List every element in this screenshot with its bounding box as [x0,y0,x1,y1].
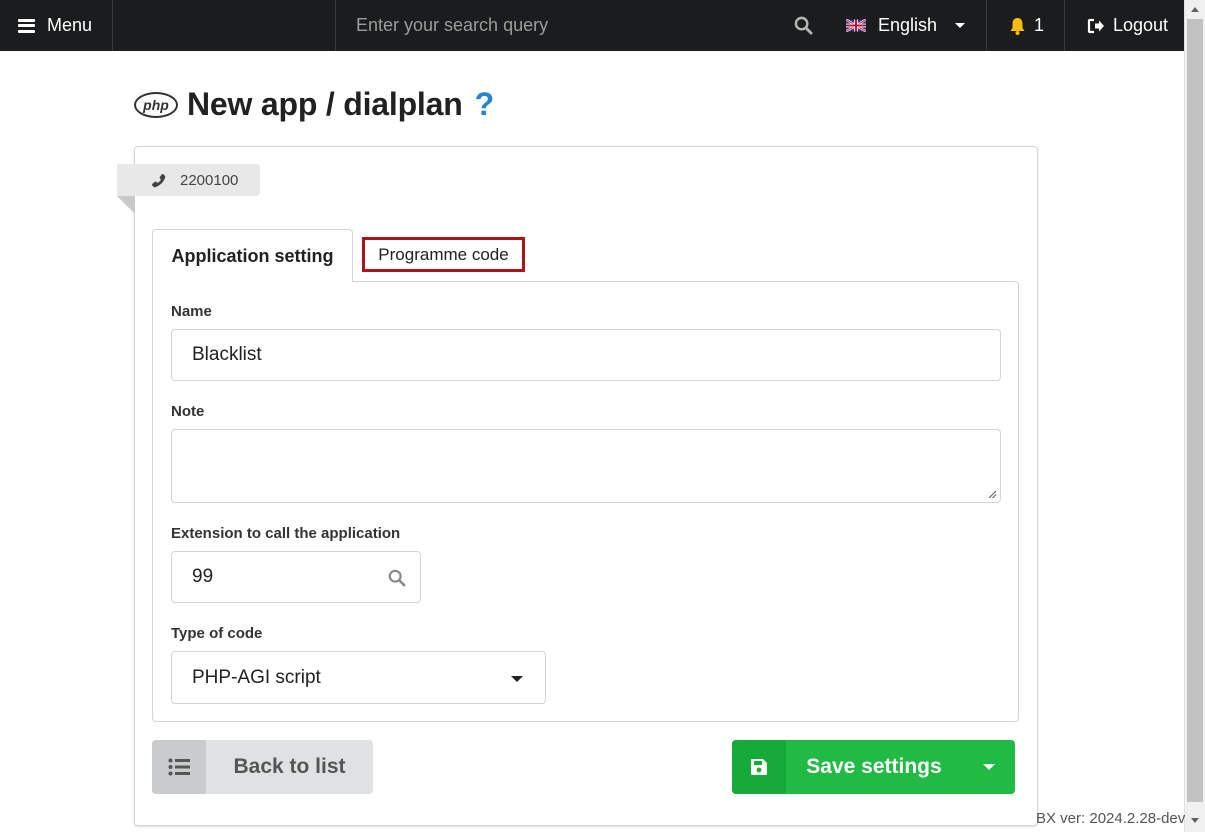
search-input[interactable] [356,15,756,36]
scrollbar-thumb[interactable] [1187,19,1203,802]
back-button-label: Back to list [233,755,346,778]
search-icon[interactable] [388,569,406,587]
bell-icon [1010,17,1025,35]
code-type-select[interactable]: PHP-AGI script [171,651,546,704]
uk-flag-icon [846,19,866,32]
scroll-up-arrow-icon[interactable] [1191,7,1199,12]
name-label: Name [171,303,212,320]
save-button-label: Save settings [806,755,942,778]
save-settings-button[interactable]: Save settings [732,740,1015,794]
hamburger-icon [18,18,35,33]
tab-programme-code[interactable]: Programme code [362,237,525,272]
notifications-button[interactable]: 1 [987,0,1064,51]
chevron-down-icon [511,676,523,682]
tab-label: Programme code [378,244,509,264]
save-options-dropdown[interactable] [962,740,1015,794]
php-logo-icon: php [134,91,178,118]
tab-application-setting[interactable]: Application setting [152,229,353,282]
language-label: English [878,15,938,35]
code-type-label: Type of code [171,625,263,642]
floppy-disk-icon [732,740,786,794]
version-text: BX ver: 2024.2.28-dev [1036,810,1186,827]
code-type-value: PHP-AGI script [192,666,321,688]
note-textarea[interactable] [171,429,1001,503]
sign-out-icon [1087,18,1104,33]
search-icon[interactable] [794,16,813,35]
note-label: Note [171,403,205,420]
language-dropdown[interactable]: English [826,0,986,51]
tab-label: Application setting [171,245,334,266]
resize-grip-icon[interactable] [988,490,997,499]
chevron-down-icon [982,764,995,770]
vertical-scrollbar[interactable] [1184,0,1205,832]
ribbon-fold [117,196,135,214]
logout-label: Logout [1113,15,1169,35]
extension-field[interactable]: 99 [171,551,421,603]
menu-label: Menu [47,15,93,35]
extension-number: 2200100 [180,171,239,189]
extension-ribbon-label: 2200100 [117,164,260,196]
scroll-down-arrow-icon[interactable] [1191,818,1199,823]
menu-button[interactable]: Menu [0,0,112,51]
name-value: Blacklist [192,344,262,365]
notification-count: 1 [1034,15,1045,35]
extension-label: Extension to call the application [171,525,401,542]
logout-button[interactable]: Logout [1065,0,1184,51]
page-header: php New app / dialplan ? [134,86,494,123]
chevron-down-icon [955,23,966,28]
page-title: New app / dialplan [187,86,463,122]
back-to-list-button[interactable]: Back to list [152,740,373,794]
search-box [336,0,826,51]
extension-value: 99 [192,566,214,587]
question-icon[interactable]: ? [475,86,495,123]
top-menu-bar: Menu English 1 Logout [0,0,1184,51]
list-icon [152,740,206,794]
name-field[interactable]: Blacklist [171,329,1001,381]
phone-icon [151,173,166,187]
